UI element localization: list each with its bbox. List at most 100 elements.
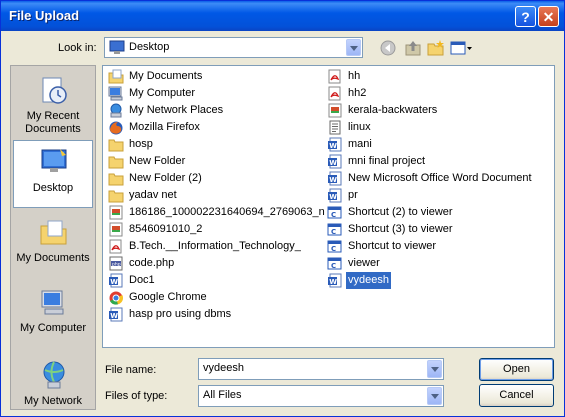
svg-text:W: W xyxy=(110,312,118,320)
place-label: My Computer xyxy=(19,322,87,334)
file-name-input[interactable]: vydeesh xyxy=(198,358,444,380)
word-icon: W xyxy=(328,137,342,152)
my-network-icon xyxy=(43,361,65,389)
svg-text:W: W xyxy=(329,142,337,150)
cancel-button[interactable]: Cancel xyxy=(479,384,554,407)
file-name: My Computer xyxy=(129,87,196,99)
title-bar[interactable]: File Upload ? ✕ xyxy=(1,1,564,31)
file-name: kerala-backwaters xyxy=(348,104,438,116)
place-desktop[interactable]: Desktop xyxy=(13,140,93,208)
file-upload-dialog: File Upload ? ✕ Look in: Desktop My Rece… xyxy=(0,0,565,417)
up-folder-icon[interactable] xyxy=(403,39,423,57)
place-my-recent-documents[interactable]: My Recent Documents xyxy=(13,70,93,138)
look-in-dropdown[interactable]: Desktop xyxy=(104,37,363,58)
word-icon: W xyxy=(109,273,123,288)
file-name: code.php xyxy=(129,257,175,269)
exe-icon: C xyxy=(327,257,342,270)
back-icon[interactable] xyxy=(379,39,399,57)
word-icon: W xyxy=(328,154,342,169)
file-name: hh xyxy=(348,70,361,82)
file-name: hasp pro using dbms xyxy=(129,308,232,320)
file-list[interactable]: My Documents My Computer My Network Places… xyxy=(102,65,555,348)
place-my-network[interactable]: My Network xyxy=(13,354,93,409)
word-icon: W xyxy=(328,188,342,203)
exe-icon: C xyxy=(327,206,342,219)
look-in-value: Desktop xyxy=(129,41,170,53)
word-icon: W xyxy=(328,171,342,186)
file-name: hosp xyxy=(129,138,153,150)
image-icon xyxy=(109,205,123,220)
file-name: Doc1 xyxy=(129,274,155,286)
chrome-icon xyxy=(109,291,124,305)
pdf-icon xyxy=(328,69,341,84)
exe-icon: C xyxy=(327,240,342,253)
place-label: My Network xyxy=(23,395,83,407)
file-name: My Documents xyxy=(129,70,203,82)
svg-text:W: W xyxy=(329,278,337,286)
place-my-computer[interactable]: My Computer xyxy=(13,282,93,350)
views-menu-icon[interactable] xyxy=(449,39,473,57)
svg-text:C: C xyxy=(331,228,336,236)
file-type-label: Files of type: xyxy=(105,390,168,402)
svg-text:C: C xyxy=(331,211,336,219)
svg-text:C: C xyxy=(331,262,336,270)
chevron-down-icon[interactable] xyxy=(427,360,442,378)
places-bar: My Recent Documents Desktop My Documents… xyxy=(10,65,96,410)
chevron-down-icon[interactable] xyxy=(427,387,442,405)
pdf-icon xyxy=(328,86,341,101)
word-icon: W xyxy=(109,307,123,322)
desktop-icon xyxy=(41,149,67,172)
php-icon: php xyxy=(109,256,123,271)
file-name: B.Tech.__Information_Technology_ xyxy=(129,240,301,252)
file-name: Shortcut (3) to viewer xyxy=(348,223,453,235)
file-name: Google Chrome xyxy=(129,291,207,303)
desktop-icon xyxy=(109,40,125,54)
svg-text:W: W xyxy=(329,193,337,201)
svg-text:W: W xyxy=(329,176,337,184)
text-icon xyxy=(329,120,341,135)
file-name-label: File name: xyxy=(105,364,157,376)
folder-icon xyxy=(108,190,124,203)
exe-icon: C xyxy=(327,223,342,236)
pdf-icon xyxy=(109,239,122,254)
file-name: vydeesh xyxy=(346,272,391,289)
file-type-select[interactable]: All Files xyxy=(198,385,444,407)
recent-documents-icon xyxy=(42,77,67,104)
folder-icon xyxy=(108,156,124,169)
word-icon: W xyxy=(328,273,342,288)
file-name: pr xyxy=(348,189,358,201)
file-name: yadav net xyxy=(129,189,177,201)
file-name: Shortcut to viewer xyxy=(348,240,437,252)
file-name: viewer xyxy=(348,257,380,269)
my-documents-icon xyxy=(108,69,124,84)
chevron-down-icon[interactable] xyxy=(346,39,361,56)
my-documents-icon xyxy=(40,220,67,245)
file-name: My Network Places xyxy=(129,104,224,116)
my-computer-icon xyxy=(108,86,123,101)
window-title: File Upload xyxy=(9,8,80,23)
close-button[interactable]: ✕ xyxy=(538,6,559,27)
image-icon xyxy=(109,222,123,237)
folder-icon xyxy=(108,173,124,186)
file-name: 8546091010_2 xyxy=(129,223,203,235)
network-icon xyxy=(110,103,122,118)
place-my-documents[interactable]: My Documents xyxy=(13,212,93,280)
place-label: Desktop xyxy=(32,182,74,194)
image-icon xyxy=(328,103,342,118)
look-in-label: Look in: xyxy=(58,42,97,54)
help-button[interactable]: ? xyxy=(515,6,536,27)
file-type-value: All Files xyxy=(203,389,242,401)
file-name: hh2 xyxy=(348,87,367,99)
firefox-icon xyxy=(109,121,123,135)
my-computer-icon xyxy=(41,290,64,315)
file-name: mani xyxy=(348,138,372,150)
file-name: Shortcut (2) to viewer xyxy=(348,206,453,218)
file-name: mni final project xyxy=(348,155,426,167)
place-label: My Documents xyxy=(16,252,90,264)
svg-text:php: php xyxy=(112,262,121,268)
file-name: New Folder (2) xyxy=(129,172,202,184)
file-name: New Microsoft Office Word Document xyxy=(348,172,532,184)
file-name: linux xyxy=(348,121,371,133)
open-button[interactable]: Open xyxy=(479,358,554,381)
new-folder-icon[interactable] xyxy=(426,39,446,57)
